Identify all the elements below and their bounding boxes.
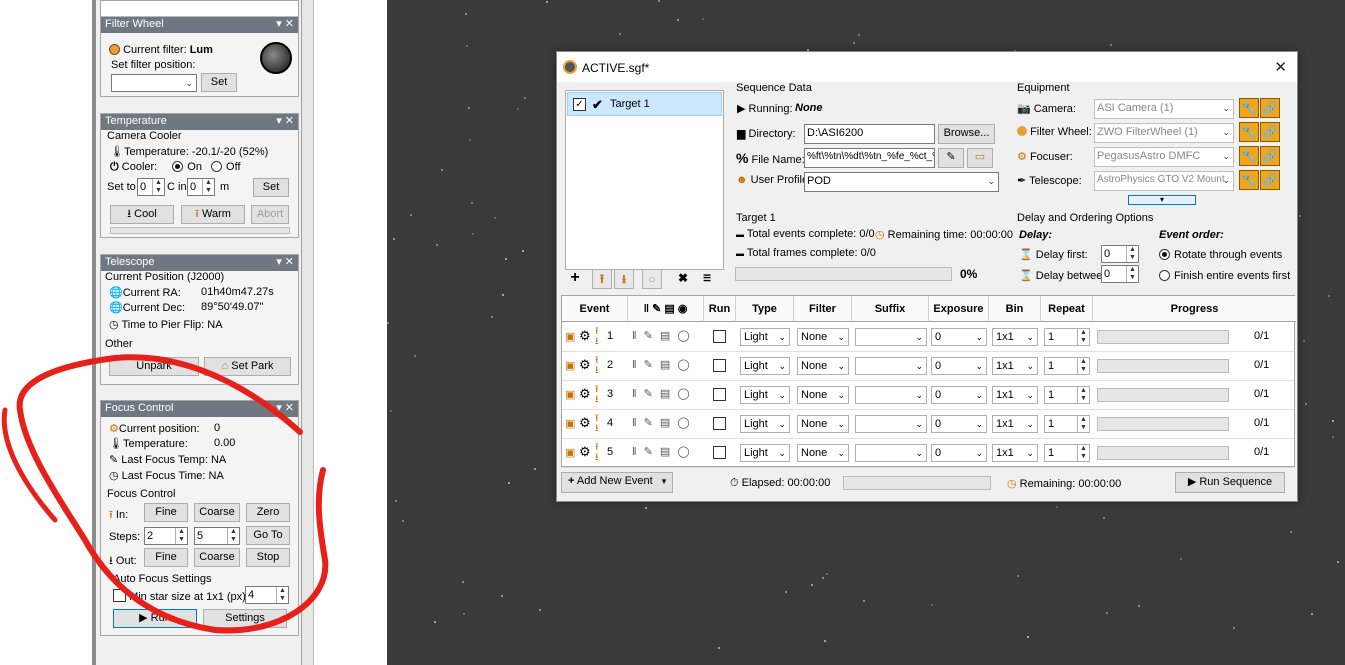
- red-annotation-scribble: [1, 354, 329, 634]
- annotation-stroke: [16, 354, 329, 634]
- annotation-stroke-outer: [1, 407, 58, 523]
